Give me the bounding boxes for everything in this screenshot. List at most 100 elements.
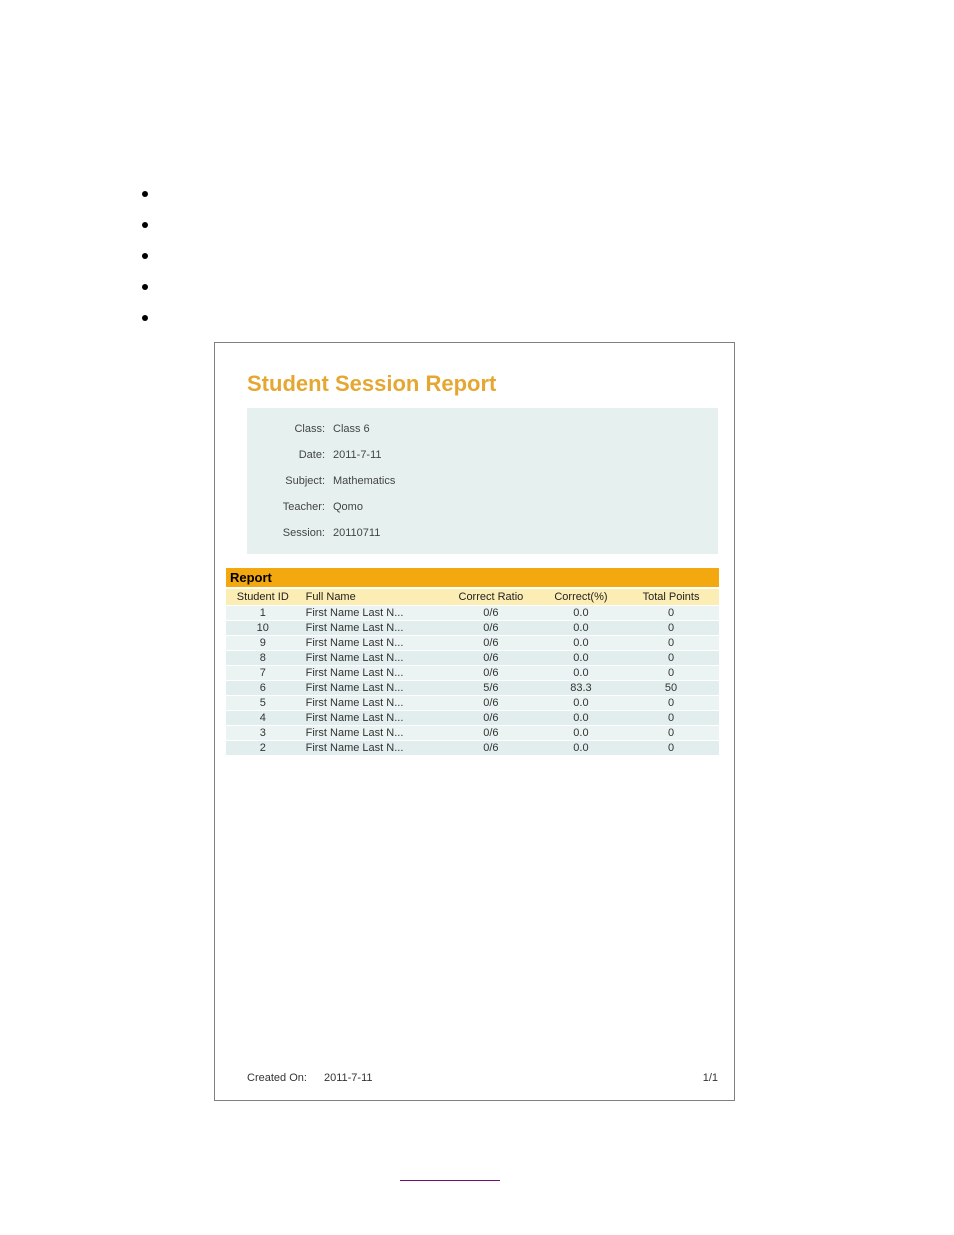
cell-correct-ratio: 0/6 [443,651,539,666]
created-on: Created On: 2011-7-11 [247,1072,373,1084]
col-total-points: Total Points [623,589,719,606]
cell-student-id: 10 [226,621,300,636]
info-row-subject: Subject: Mathematics [247,468,718,494]
cell-correct-ratio: 0/6 [443,666,539,681]
cell-full-name: First Name Last N... [300,696,443,711]
cell-student-id: 9 [226,636,300,651]
cell-student-id: 1 [226,606,300,621]
cell-full-name: First Name Last N... [300,621,443,636]
cell-correct-ratio: 0/6 [443,621,539,636]
cell-correct-ratio: 0/6 [443,696,539,711]
info-label: Date: [247,449,329,461]
table-header-row: Student ID Full Name Correct Ratio Corre… [226,589,719,606]
bullet-item [142,240,148,271]
cell-full-name: First Name Last N... [300,606,443,621]
bullet-item [142,271,148,302]
bullet-list [142,178,148,333]
cell-correct-pct: 0.0 [539,621,623,636]
cell-total-points: 0 [623,726,719,741]
cell-full-name: First Name Last N... [300,726,443,741]
table-row: 4First Name Last N...0/60.00 [226,711,719,726]
report-frame: Student Session Report Class: Class 6 Da… [214,342,735,1101]
report-inner: Student Session Report Class: Class 6 Da… [215,343,734,1100]
col-student-id: Student ID [226,589,300,606]
cell-correct-pct: 0.0 [539,636,623,651]
table-body: 1First Name Last N...0/60.0010First Name… [226,606,719,756]
report-title: Student Session Report [247,371,496,397]
cell-student-id: 6 [226,681,300,696]
cell-correct-pct: 0.0 [539,696,623,711]
cell-total-points: 0 [623,636,719,651]
info-label: Session: [247,527,329,539]
cell-correct-pct: 0.0 [539,651,623,666]
report-table: Student ID Full Name Correct Ratio Corre… [226,588,719,755]
bullet-item [142,178,148,209]
cell-correct-ratio: 0/6 [443,636,539,651]
cell-full-name: First Name Last N... [300,711,443,726]
info-value: Qomo [329,501,363,513]
info-label: Subject: [247,475,329,487]
col-correct-pct: Correct(%) [539,589,623,606]
info-row-class: Class: Class 6 [247,416,718,442]
table-row: 2First Name Last N...0/60.00 [226,741,719,756]
info-row-teacher: Teacher: Qomo [247,494,718,520]
cell-correct-pct: 0.0 [539,741,623,756]
cell-correct-ratio: 0/6 [443,606,539,621]
cell-total-points: 0 [623,651,719,666]
cell-student-id: 4 [226,711,300,726]
report-section-header: Report [226,568,719,587]
table-row: 7First Name Last N...0/60.00 [226,666,719,681]
table-row: 3First Name Last N...0/60.00 [226,726,719,741]
cell-student-id: 3 [226,726,300,741]
cell-correct-ratio: 0/6 [443,741,539,756]
cell-total-points: 50 [623,681,719,696]
cell-full-name: First Name Last N... [300,636,443,651]
info-box: Class: Class 6 Date: 2011-7-11 Subject: … [247,408,718,554]
table-row: 5First Name Last N...0/60.00 [226,696,719,711]
cell-full-name: First Name Last N... [300,681,443,696]
created-value: 2011-7-11 [324,1072,373,1084]
info-value: Mathematics [329,475,395,487]
table-row: 8First Name Last N...0/60.00 [226,651,719,666]
info-row-session: Session: 20110711 [247,520,718,546]
table-row: 6First Name Last N...5/683.350 [226,681,719,696]
table-row: 9First Name Last N...0/60.00 [226,636,719,651]
col-full-name: Full Name [300,589,443,606]
report-footer: Created On: 2011-7-11 1/1 [247,1072,718,1084]
cell-correct-pct: 0.0 [539,726,623,741]
cell-correct-pct: 0.0 [539,606,623,621]
cell-correct-ratio: 0/6 [443,726,539,741]
table-row: 1First Name Last N...0/60.00 [226,606,719,621]
cell-full-name: First Name Last N... [300,741,443,756]
bullet-item [142,209,148,240]
created-label: Created On: [247,1072,307,1084]
cell-correct-pct: 0.0 [539,711,623,726]
col-correct-ratio: Correct Ratio [443,589,539,606]
cell-correct-ratio: 0/6 [443,711,539,726]
table-row: 10First Name Last N...0/60.00 [226,621,719,636]
underline-decoration [400,1180,500,1181]
info-value: 2011-7-11 [329,449,382,461]
cell-student-id: 8 [226,651,300,666]
bullet-item [142,302,148,333]
cell-student-id: 5 [226,696,300,711]
info-label: Teacher: [247,501,329,513]
cell-total-points: 0 [623,606,719,621]
cell-correct-pct: 0.0 [539,666,623,681]
cell-total-points: 0 [623,741,719,756]
cell-full-name: First Name Last N... [300,651,443,666]
cell-student-id: 7 [226,666,300,681]
cell-correct-ratio: 5/6 [443,681,539,696]
cell-total-points: 0 [623,696,719,711]
page: Student Session Report Class: Class 6 Da… [0,0,954,1235]
cell-total-points: 0 [623,621,719,636]
page-number: 1/1 [703,1072,718,1084]
cell-student-id: 2 [226,741,300,756]
info-value: Class 6 [329,423,370,435]
info-label: Class: [247,423,329,435]
cell-total-points: 0 [623,711,719,726]
info-row-date: Date: 2011-7-11 [247,442,718,468]
cell-full-name: First Name Last N... [300,666,443,681]
cell-correct-pct: 83.3 [539,681,623,696]
cell-total-points: 0 [623,666,719,681]
